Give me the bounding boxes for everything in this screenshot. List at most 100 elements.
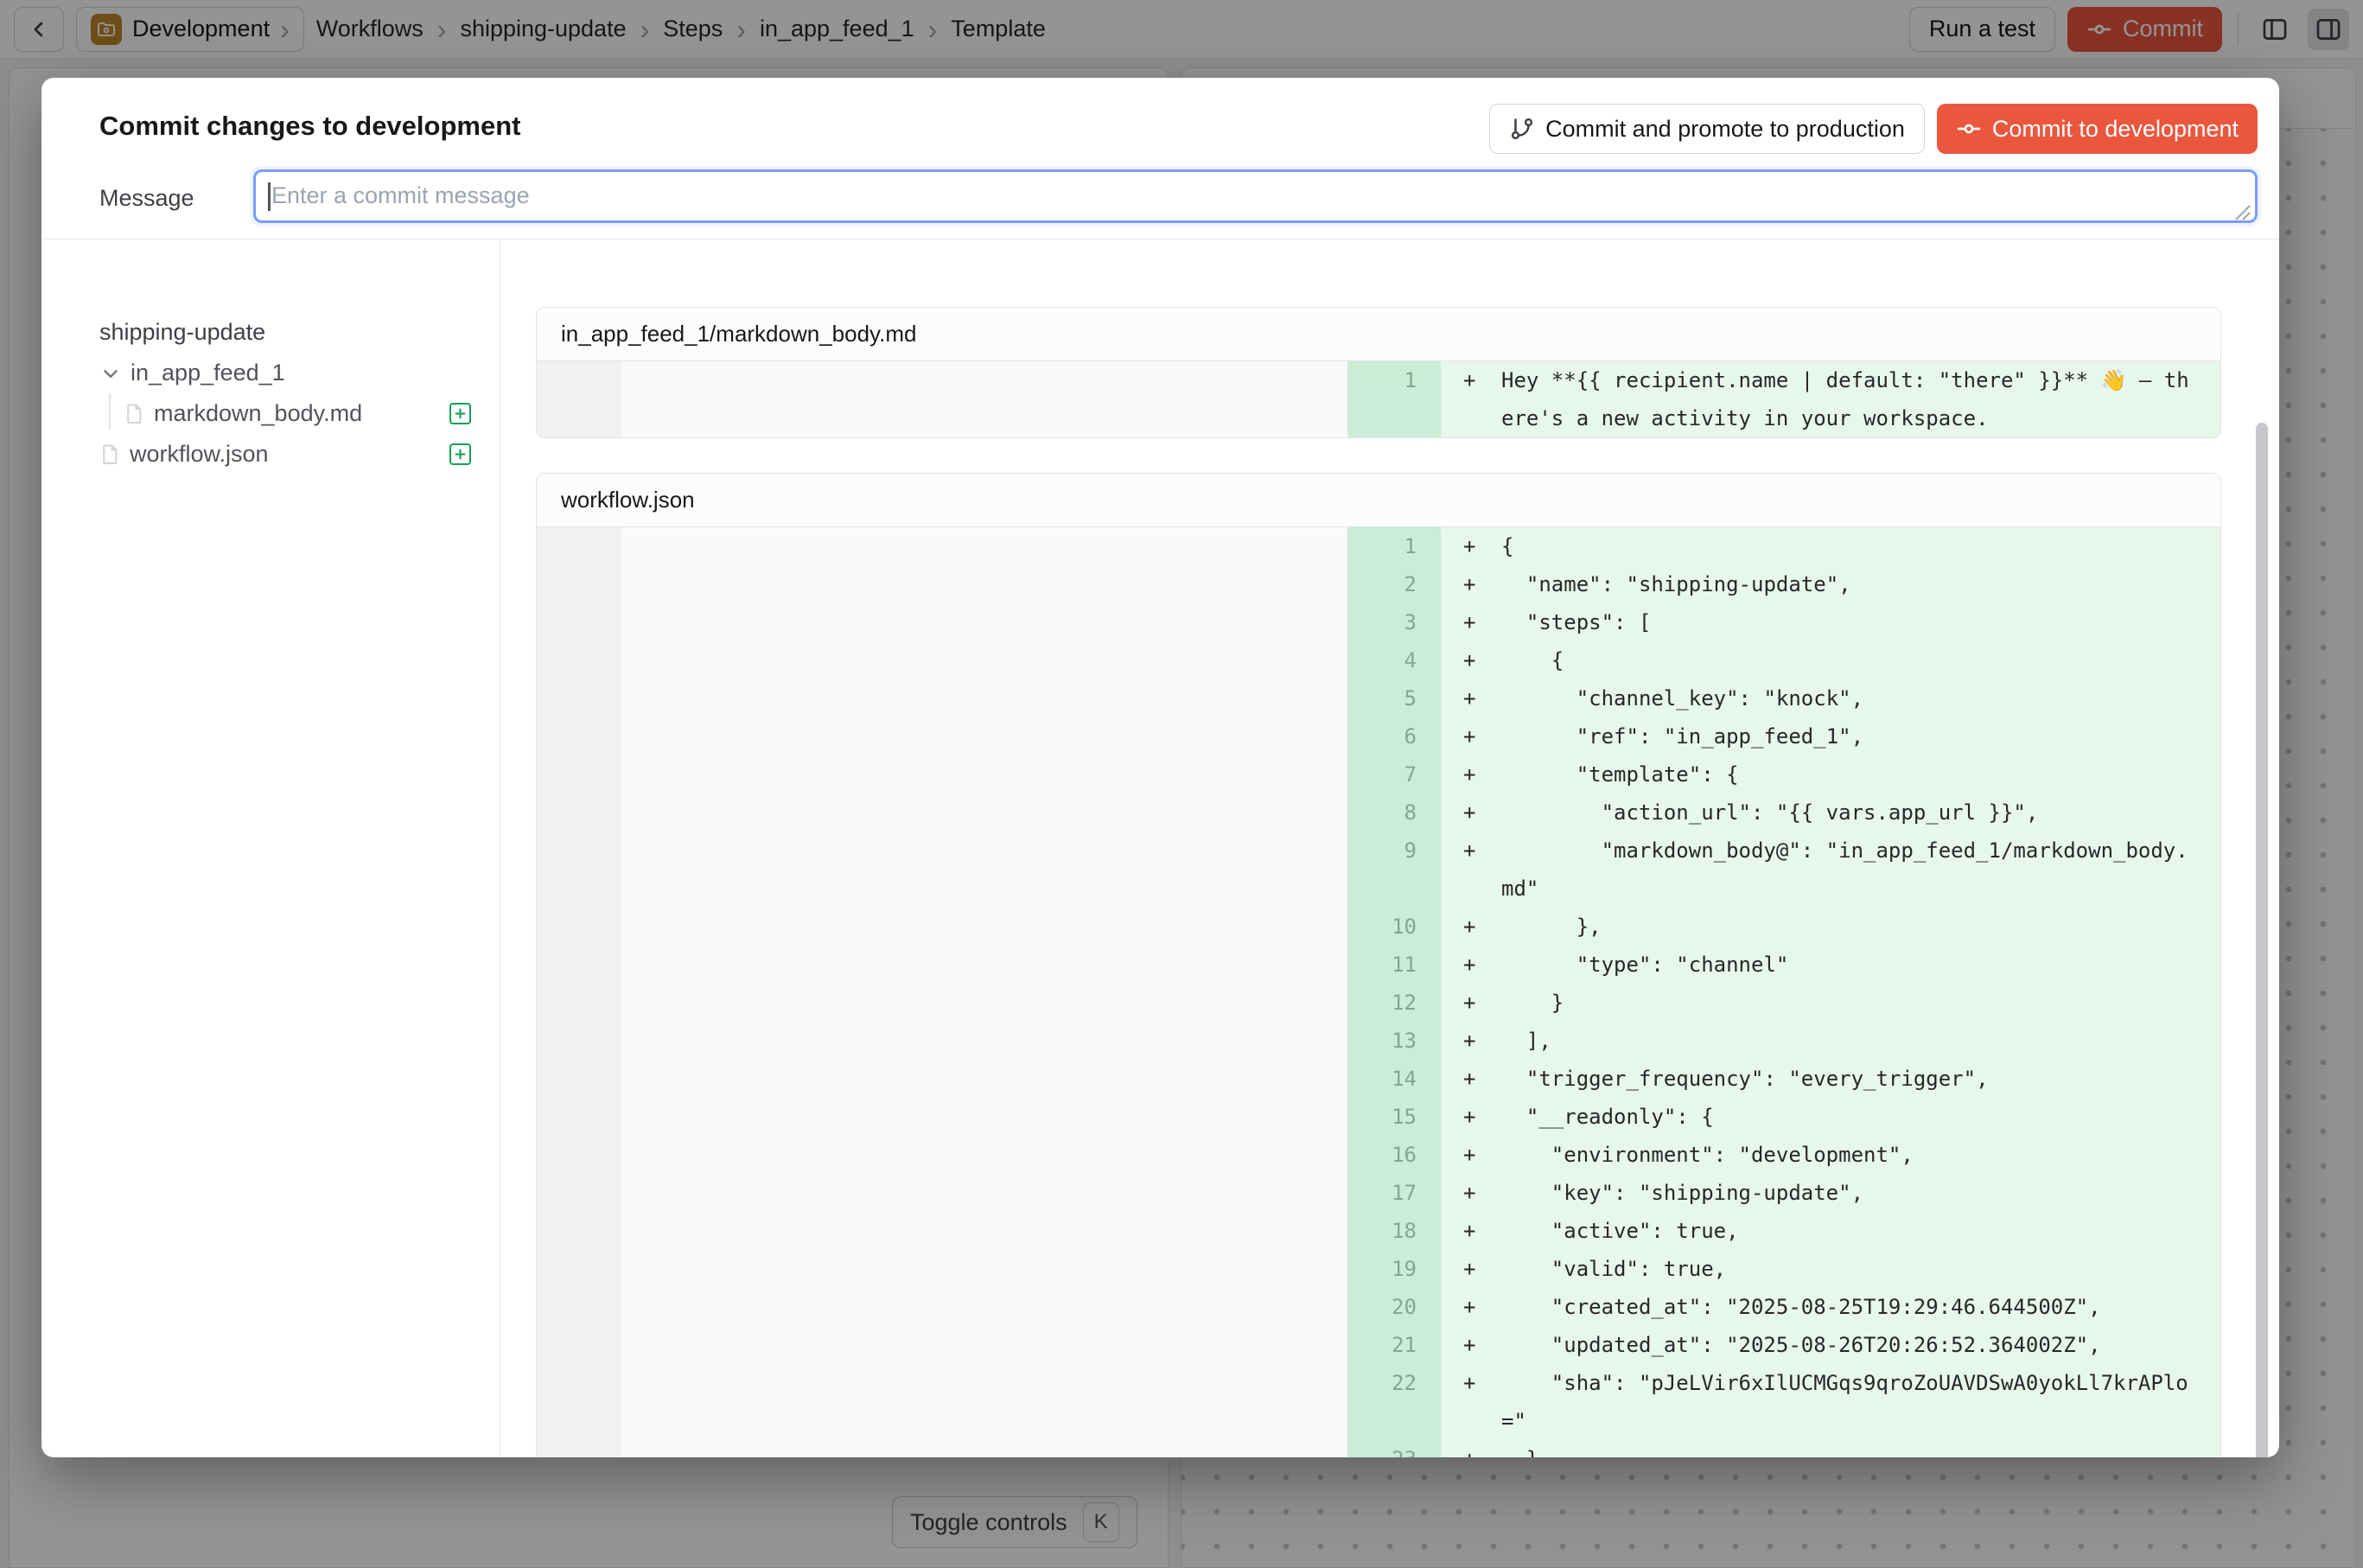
diff-line: 4+ { [537,641,2220,679]
diff-old-content [621,1288,1347,1326]
diff-line: 18+ "active": true, [537,1212,2220,1250]
diff-line-text: "action_url": "{{ vars.app_url }}", [1501,794,2220,832]
tree-file-label: markdown_body.md [154,400,362,427]
diff-line-number: 8 [1347,794,1441,832]
text-caret [268,182,271,211]
resize-grip-icon[interactable] [2232,202,2252,221]
message-label: Message [99,185,253,212]
diff-area: in_app_feed_1/markdown_body.md1+Hey **{{… [536,239,2221,1457]
diff-line: 21+ "updated_at": "2025-08-26T20:26:52.3… [537,1326,2220,1364]
diff-old-gutter [537,1098,621,1136]
diff-line-text: "template": { [1501,755,2220,794]
commit-to-development-label: Commit to development [1992,116,2239,143]
diff-line-text: "steps": [ [1501,603,2220,641]
tree-file-label: workflow.json [130,441,269,468]
diff-line-number: 11 [1347,946,1441,984]
diff-old-gutter [537,946,621,984]
diff-body: 1+{2+ "name": "shipping-update",3+ "step… [537,527,2220,1457]
diff-body: 1+Hey **{{ recipient.name | default: "th… [537,361,2220,437]
tree-item-workflow-root[interactable]: shipping-update [99,312,471,353]
diff-line: 17+ "key": "shipping-update", [537,1174,2220,1212]
diff-old-content [621,794,1347,832]
diff-old-gutter [537,794,621,832]
diff-old-content [621,565,1347,603]
diff-line-text: "valid": true, [1501,1250,2220,1288]
diff-line-number: 3 [1347,603,1441,641]
diff-line-text: "name": "shipping-update", [1501,565,2220,603]
diff-panel: in_app_feed_1/markdown_body.md1+Hey **{{… [536,307,2221,438]
diff-old-content [621,1136,1347,1174]
diff-line-number: 22 [1347,1364,1441,1440]
diff-line-text: "key": "shipping-update", [1501,1174,2220,1212]
modal-header: Commit changes to development Commit and… [41,78,2279,239]
diff-line-number: 23 [1347,1440,1441,1457]
diff-line-number: 18 [1347,1212,1441,1250]
diff-line-number: 20 [1347,1288,1441,1326]
diff-line: 12+ } [537,984,2220,1022]
diff-old-gutter [537,1022,621,1060]
diff-old-gutter [537,984,621,1022]
diff-line-number: 16 [1347,1136,1441,1174]
file-icon [99,443,121,465]
diff-line-sign: + [1441,1364,1501,1440]
diff-line-number: 4 [1347,641,1441,679]
diff-line-sign: + [1441,1098,1501,1136]
tree-item-folder[interactable]: in_app_feed_1 [99,353,471,393]
git-branch-icon [1509,116,1535,142]
diff-line-sign: + [1441,1060,1501,1098]
commit-modal: Commit changes to development Commit and… [41,78,2279,1457]
diff-line-text: "trigger_frequency": "every_trigger", [1501,1060,2220,1098]
diff-line-text: "active": true, [1501,1212,2220,1250]
diff-old-content [621,1326,1347,1364]
diff-line-number: 19 [1347,1250,1441,1288]
diff-line: 5+ "channel_key": "knock", [537,679,2220,717]
diff-line-number: 10 [1347,908,1441,946]
tree-item-markdown-body[interactable]: markdown_body.md [99,393,471,434]
diff-old-content [621,1174,1347,1212]
diff-line: 23+ } [537,1440,2220,1457]
diff-old-content [621,717,1347,755]
diff-old-gutter [537,1136,621,1174]
commit-and-promote-button[interactable]: Commit and promote to production [1489,104,1925,154]
diff-old-gutter [537,679,621,717]
diff-old-gutter [537,641,621,679]
diff-line-text: "channel_key": "knock", [1501,679,2220,717]
diff-line: 13+ ], [537,1022,2220,1060]
commit-message-input[interactable] [253,169,2258,223]
diff-line: 1+{ [537,527,2220,565]
diff-old-content [621,527,1347,565]
commit-to-development-button[interactable]: Commit to development [1937,104,2258,154]
modal-scrollbar-thumb[interactable] [2256,423,2268,1457]
diff-line-text: "type": "channel" [1501,946,2220,984]
diff-line: 15+ "__readonly": { [537,1098,2220,1136]
tree-indent-guide [109,393,111,430]
file-icon [124,403,145,424]
diff-line-text: Hey **{{ recipient.name | default: "ther… [1501,361,2220,437]
diff-line-number: 1 [1347,527,1441,565]
diff-old-content [621,908,1347,946]
diff-line-text: "created_at": "2025-08-25T19:29:46.64450… [1501,1288,2220,1326]
tree-root-label: shipping-update [99,319,265,346]
diff-line-text: "__readonly": { [1501,1098,2220,1136]
diff-old-gutter [537,603,621,641]
diff-line-sign: + [1441,603,1501,641]
diff-panel: workflow.json1+{2+ "name": "shipping-upd… [536,473,2221,1457]
diff-line-sign: + [1441,527,1501,565]
diff-line-sign: + [1441,832,1501,908]
diff-line-text: "ref": "in_app_feed_1", [1501,717,2220,755]
diff-line-number: 7 [1347,755,1441,794]
diff-line-number: 12 [1347,984,1441,1022]
diff-line-sign: + [1441,1326,1501,1364]
diff-old-content [621,755,1347,794]
diff-old-content [621,679,1347,717]
diff-line: 1+Hey **{{ recipient.name | default: "th… [537,361,2220,437]
modal-body: shipping-update in_app_feed_1 markdown_b… [41,239,2279,1457]
diff-old-gutter [537,755,621,794]
diff-line-sign: + [1441,717,1501,755]
diff-line: 6+ "ref": "in_app_feed_1", [537,717,2220,755]
diff-old-gutter [537,565,621,603]
diff-old-content [621,1212,1347,1250]
diff-line: 16+ "environment": "development", [537,1136,2220,1174]
tree-item-workflow-json[interactable]: workflow.json [99,434,471,475]
diff-line-text: "environment": "development", [1501,1136,2220,1174]
